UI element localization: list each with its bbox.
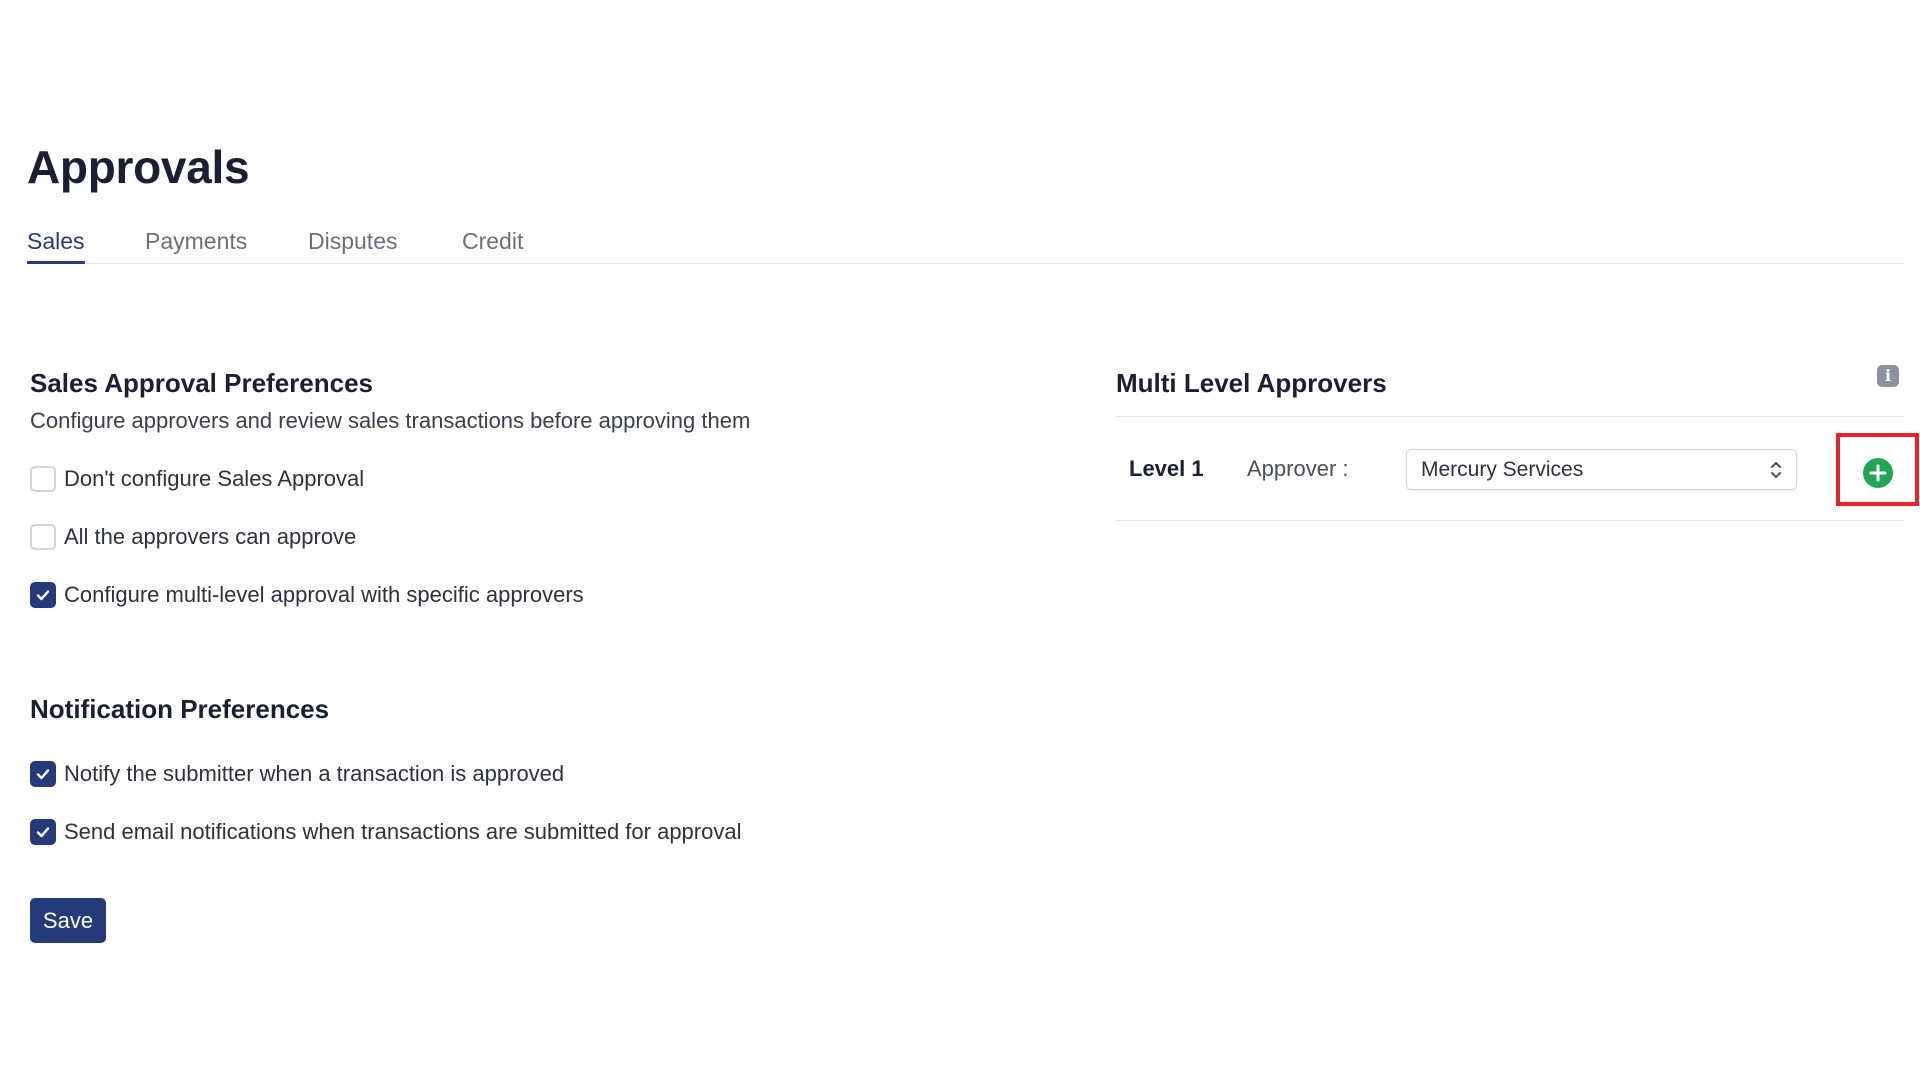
plus-circle-icon: [1869, 464, 1887, 482]
divider: [1116, 416, 1904, 417]
checkbox-dont-configure[interactable]: [30, 466, 56, 492]
tab-bar: Sales Payments Disputes Credit: [27, 226, 1904, 264]
option-label: Don't configure Sales Approval: [64, 466, 365, 491]
tab-payments[interactable]: Payments: [145, 226, 247, 264]
divider: [1116, 520, 1904, 521]
option-label: All the approvers can approve: [64, 524, 357, 549]
level-label: Level 1: [1129, 456, 1204, 481]
option-label: Send email notifications when transactio…: [64, 819, 742, 844]
checkbox-notify-submitter[interactable]: [30, 761, 56, 787]
option-label: Configure multi-level approval with spec…: [64, 582, 584, 607]
option-email-notifications[interactable]: Send email notifications when transactio…: [30, 817, 741, 847]
option-notify-submitter[interactable]: Notify the submitter when a transaction …: [30, 759, 564, 789]
info-icon[interactable]: i: [1877, 365, 1899, 387]
tab-credit[interactable]: Credit: [462, 226, 523, 264]
option-dont-configure[interactable]: Don't configure Sales Approval: [30, 464, 364, 494]
checkbox-email-notifications[interactable]: [30, 819, 56, 845]
checkmark-icon: [36, 827, 50, 838]
option-multi-level[interactable]: Configure multi-level approval with spec…: [30, 580, 584, 610]
save-button[interactable]: Save: [30, 898, 106, 943]
approver-select[interactable]: Mercury Services: [1406, 449, 1797, 490]
page-title: Approvals: [27, 141, 250, 193]
chevron-up-down-icon: [1771, 462, 1781, 478]
sales-approval-title: Sales Approval Preferences: [30, 368, 373, 398]
checkbox-all-approvers[interactable]: [30, 524, 56, 550]
multi-level-approvers-title: Multi Level Approvers: [1116, 368, 1387, 398]
checkmark-icon: [36, 769, 50, 780]
notification-preferences-title: Notification Preferences: [30, 694, 330, 724]
add-level-button[interactable]: [1863, 458, 1893, 488]
checkbox-multi-level[interactable]: [30, 582, 56, 608]
checkmark-icon: [36, 590, 50, 601]
option-all-approvers[interactable]: All the approvers can approve: [30, 522, 356, 552]
approver-select-value: Mercury Services: [1421, 458, 1584, 481]
tab-sales[interactable]: Sales: [27, 226, 85, 264]
sales-approval-description: Configure approvers and review sales tra…: [30, 408, 751, 433]
option-label: Notify the submitter when a transaction …: [64, 761, 565, 786]
tab-disputes[interactable]: Disputes: [308, 226, 397, 264]
approver-label: Approver :: [1247, 456, 1349, 481]
